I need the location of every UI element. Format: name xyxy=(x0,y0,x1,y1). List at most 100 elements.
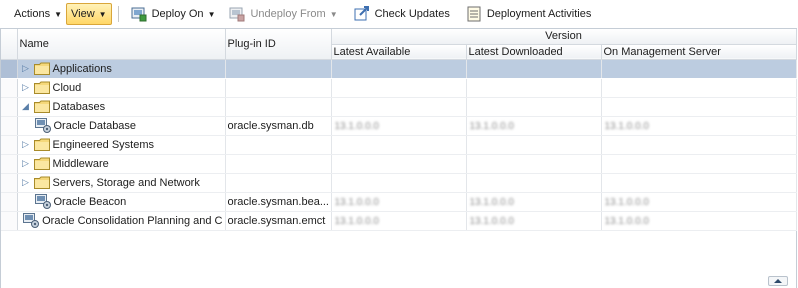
row-header-cell[interactable] xyxy=(1,173,18,193)
row-name-label: Cloud xyxy=(52,81,82,94)
latest-downloaded-cell xyxy=(466,135,602,155)
collapsed-node-icon[interactable]: ▷ xyxy=(20,158,32,169)
column-header-latest-downloaded[interactable]: Latest Downloaded xyxy=(466,44,602,60)
row-header-cell[interactable] xyxy=(1,135,18,155)
name-cell[interactable]: ◢ Databases xyxy=(17,97,226,117)
table-row[interactable]: Oracle Database oracle.sysman.db 13.1.0.0.… xyxy=(1,116,797,136)
version-value xyxy=(469,102,470,113)
check-updates-button[interactable]: Check Updates xyxy=(350,3,454,25)
version-value xyxy=(604,140,605,151)
on-management-server-cell xyxy=(601,135,797,155)
name-cell[interactable]: ▷ Engineered Systems xyxy=(17,135,226,155)
row-header-cell[interactable] xyxy=(1,211,18,231)
latest-available-cell xyxy=(331,173,467,193)
column-header-latest-available[interactable]: Latest Available xyxy=(331,44,467,60)
name-cell[interactable]: Oracle Consolidation Planning and C xyxy=(17,211,226,231)
version-value xyxy=(334,159,335,170)
toolbar: Actions ▼ View ▼ Deploy On ▼ Undeploy Fr… xyxy=(0,0,798,28)
deploy-on-button[interactable]: Deploy On ▼ xyxy=(127,3,220,25)
version-value xyxy=(334,178,335,189)
on-management-server-cell xyxy=(601,173,797,193)
chevron-down-icon: ▼ xyxy=(98,9,107,19)
row-icon xyxy=(33,81,53,94)
chevron-down-icon: ▼ xyxy=(207,9,216,19)
target-icon xyxy=(34,118,51,133)
row-name-label: Applications xyxy=(52,62,112,75)
row-header-cell[interactable] xyxy=(1,192,18,212)
latest-available-cell: 13.1.0.0.0 xyxy=(331,116,467,136)
row-header-cell[interactable] xyxy=(1,116,18,136)
version-value: 13.1.0.0.0 xyxy=(334,196,379,208)
latest-downloaded-cell xyxy=(466,154,602,174)
undeploy-from-button[interactable]: Undeploy From ▼ xyxy=(225,3,341,25)
name-cell[interactable]: ▷ Servers, Storage and Network xyxy=(17,173,226,193)
actions-menu[interactable]: Actions ▼ xyxy=(10,3,66,25)
row-header-cell[interactable] xyxy=(1,154,18,174)
row-name-label: Engineered Systems xyxy=(52,138,155,151)
version-value: 13.1.0.0.0 xyxy=(604,120,649,132)
latest-downloaded-cell: 13.1.0.0.0 xyxy=(466,211,602,231)
row-icon xyxy=(33,138,53,151)
table-row[interactable]: ▷ Servers, Storage and Network xyxy=(1,173,797,193)
actions-label: Actions xyxy=(14,8,51,20)
latest-available-cell xyxy=(331,135,467,155)
latest-downloaded-cell: 13.1.0.0.0 xyxy=(466,192,602,212)
view-menu[interactable]: View ▼ xyxy=(66,3,112,25)
chevron-up-icon xyxy=(774,279,782,283)
name-cell[interactable]: ▷ Applications xyxy=(17,59,226,79)
folder-icon xyxy=(33,100,50,113)
version-value: 13.1.0.0.0 xyxy=(604,196,649,208)
table-row[interactable]: Oracle Consolidation Planning and Coracl… xyxy=(1,211,797,231)
name-cell[interactable]: Oracle Database xyxy=(17,116,226,136)
on-management-server-cell xyxy=(601,59,797,79)
column-group-version: Version xyxy=(331,29,797,45)
collapsed-node-icon[interactable]: ▷ xyxy=(20,63,32,74)
deploy-icon xyxy=(131,7,147,22)
version-value xyxy=(604,178,605,189)
column-header-name[interactable]: Name xyxy=(17,29,226,60)
plugin-id-cell xyxy=(225,154,332,174)
row-header-cell[interactable] xyxy=(1,59,18,79)
view-label: View xyxy=(71,8,95,20)
table-row[interactable]: ◢ Databases xyxy=(1,97,797,117)
row-name-label: Databases xyxy=(52,100,106,113)
activity-list-icon xyxy=(467,6,481,22)
version-value xyxy=(334,140,335,151)
name-cell[interactable]: ▷ Cloud xyxy=(17,78,226,98)
row-icon xyxy=(33,100,53,113)
table-row[interactable]: ▷ Engineered Systems xyxy=(1,135,797,155)
undeploy-icon xyxy=(229,7,245,22)
scroll-up-button[interactable] xyxy=(768,276,788,286)
version-value xyxy=(604,64,605,75)
table-row[interactable]: ▷ Middleware xyxy=(1,154,797,174)
deployment-activities-button[interactable]: Deployment Activities xyxy=(462,3,596,25)
chevron-down-icon: ▼ xyxy=(329,9,338,19)
collapsed-node-icon[interactable]: ▷ xyxy=(20,177,32,188)
table-row[interactable]: Oracle Beacon oracle.sysman.bea... 13.1.0.… xyxy=(1,192,797,212)
table-row[interactable]: ▷ Applications xyxy=(1,59,797,79)
table-row[interactable]: ▷ Cloud xyxy=(1,78,797,98)
row-icon xyxy=(33,62,53,75)
column-header-plugin-id[interactable]: Plug-in ID xyxy=(225,29,332,60)
version-value xyxy=(604,83,605,94)
latest-downloaded-cell: 13.1.0.0.0 xyxy=(466,116,602,136)
version-value xyxy=(334,102,335,113)
name-cell[interactable]: Oracle Beacon xyxy=(17,192,226,212)
version-value: 13.1.0.0.0 xyxy=(334,120,379,132)
name-cell[interactable]: ▷ Middleware xyxy=(17,154,226,174)
latest-available-cell xyxy=(331,97,467,117)
row-header-cell[interactable] xyxy=(1,97,18,117)
collapsed-node-icon[interactable]: ▷ xyxy=(20,139,32,150)
on-management-server-cell xyxy=(601,154,797,174)
version-value: 13.1.0.0.0 xyxy=(469,215,514,227)
row-header-cell[interactable] xyxy=(1,78,18,98)
version-value xyxy=(469,140,470,151)
column-header-on-management-server[interactable]: On Management Server xyxy=(601,44,797,60)
plugin-id-cell: oracle.sysman.emct xyxy=(225,211,332,231)
collapsed-node-icon[interactable]: ▷ xyxy=(20,82,32,93)
latest-downloaded-cell xyxy=(466,78,602,98)
row-header-corner xyxy=(1,29,18,60)
expanded-node-icon[interactable]: ◢ xyxy=(20,101,32,112)
plugin-id-cell xyxy=(225,173,332,193)
row-icon xyxy=(23,213,42,228)
